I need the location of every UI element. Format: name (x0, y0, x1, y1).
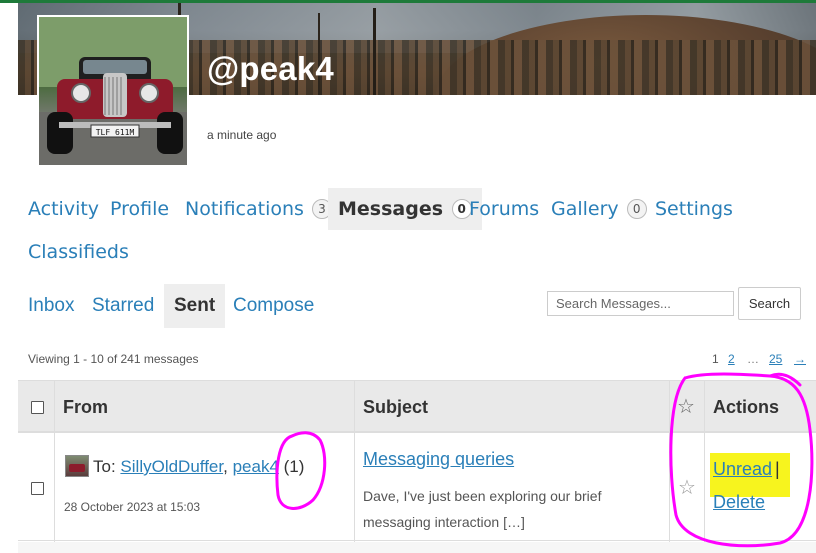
nav-item-classifieds[interactable]: Classifieds (18, 231, 139, 273)
nav-item-label: Activity (28, 198, 100, 220)
message-subject-link[interactable]: Messaging queries (363, 449, 514, 470)
action-separator: | (775, 459, 780, 479)
nav-item-label: Settings (655, 198, 733, 220)
subnav-item-compose[interactable]: Compose (223, 284, 324, 328)
profile-username: @peak4 (207, 50, 334, 87)
delete-link[interactable]: Delete (713, 492, 765, 513)
search-messages-input[interactable] (547, 291, 734, 316)
nav-item-profile[interactable]: Profile (100, 188, 179, 230)
sender-avatar-thumbnail (65, 455, 89, 477)
nav-item-activity[interactable]: Activity (18, 188, 109, 230)
column-header-subject: Subject (363, 397, 429, 417)
subnav-item-inbox[interactable]: Inbox (18, 284, 84, 328)
to-prefix: To: (93, 457, 116, 476)
row-select-checkbox[interactable] (31, 482, 44, 495)
pagination-ellipsis: … (747, 352, 759, 366)
search-button[interactable]: Search (738, 287, 801, 320)
nav-item-label: Profile (110, 198, 170, 220)
gallery-count-badge: 0 (626, 199, 647, 219)
viewing-count-text: Viewing 1 - 10 of 241 messages (28, 352, 199, 366)
pagination-page-link[interactable]: 2 (728, 352, 735, 366)
subnav-item-starred[interactable]: Starred (82, 284, 164, 328)
table-row (18, 542, 816, 553)
table-row[interactable]: To: SillyOldDuffer, peak4 (1) 28 October… (18, 435, 816, 541)
recipient-link[interactable]: SillyOldDuffer (120, 457, 223, 476)
nav-item-label: Messages (338, 198, 444, 220)
last-active-text: a minute ago (207, 128, 277, 142)
nav-item-settings[interactable]: Settings (645, 188, 743, 230)
avatar[interactable]: TLF 611M (37, 15, 189, 167)
pagination-page-link[interactable]: 25 (769, 352, 782, 366)
column-header-actions: Actions (713, 397, 780, 417)
recipient-separator: , (223, 457, 228, 476)
star-toggle-icon[interactable]: ☆ (678, 475, 696, 499)
nav-item-label: Gallery (551, 198, 619, 220)
nav-item-gallery[interactable]: Gallery 0 (541, 188, 657, 230)
recipients-line: To: SillyOldDuffer, peak4 (1) (93, 457, 304, 477)
car-photo-icon: TLF 611M (39, 17, 187, 165)
nav-item-label: Notifications (185, 198, 304, 220)
messages-table: From Subject ☆ Actions To: SillyOldDuffe… (18, 380, 816, 553)
thread-count: (1) (283, 457, 305, 476)
message-excerpt: Dave, I've just been exploring our brief… (363, 488, 602, 530)
star-header-icon: ☆ (677, 394, 695, 418)
subnav-item-sent[interactable]: Sent (164, 284, 226, 328)
column-header-from: From (63, 397, 108, 417)
nav-item-label: Forums (469, 198, 540, 220)
message-date: 28 October 2023 at 15:03 (64, 500, 201, 514)
nav-item-forums[interactable]: Forums (459, 188, 549, 230)
pagination-next-arrow[interactable]: → (794, 352, 806, 366)
svg-text:TLF 611M: TLF 611M (96, 128, 135, 137)
mark-unread-link[interactable]: Unread (713, 459, 772, 480)
nav-item-label: Classifieds (28, 241, 129, 263)
select-all-checkbox[interactable] (31, 401, 44, 414)
pagination-page-current: 1 (712, 352, 719, 366)
nav-item-notifications[interactable]: Notifications 3 (175, 188, 342, 230)
table-header: From Subject ☆ Actions (18, 381, 816, 433)
recipient-link[interactable]: peak4 (233, 457, 279, 476)
